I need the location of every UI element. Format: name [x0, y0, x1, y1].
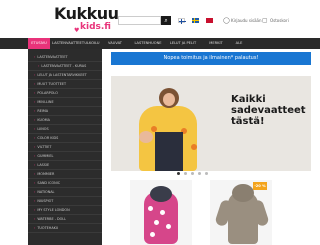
- hero-line-2: sadevaatteet: [231, 105, 306, 116]
- hero-line-1: Kaikki: [231, 94, 266, 105]
- english-flag-icon[interactable]: [206, 18, 213, 23]
- sidebar-item[interactable]: › WATERBE - DOLL: [28, 215, 102, 224]
- sidebar-item[interactable]: › LASSIE: [28, 161, 102, 170]
- hero-child-face: [163, 93, 175, 106]
- sidebar-item[interactable]: › NATIONAL: [28, 188, 102, 197]
- carousel-dot[interactable]: [191, 172, 194, 175]
- nav-item-lastenvaatteet[interactable]: LASTENVAATTEET: [52, 38, 84, 49]
- swedish-flag-icon[interactable]: [192, 18, 199, 23]
- hero-headline: Kaikki sadevaatteet tästä!: [231, 94, 309, 127]
- search-input[interactable]: [118, 16, 161, 25]
- nav-item-vauvat[interactable]: VAUVAT: [104, 38, 126, 49]
- hero-child-hands: [139, 131, 153, 143]
- carousel-dot[interactable]: [184, 172, 187, 175]
- product-image-pattern: [148, 206, 153, 211]
- login-link[interactable]: Kirjaudu sisään: [231, 18, 262, 23]
- finnish-flag-icon[interactable]: [178, 18, 186, 24]
- sidebar-item[interactable]: › MY STYLE LONDON: [28, 206, 102, 215]
- sidebar-item[interactable]: › MINI-LINE: [28, 98, 102, 107]
- sidebar-item[interactable]: › NIUSPIOT: [28, 197, 102, 206]
- sidebar-item[interactable]: › POLARPOLO: [28, 89, 102, 98]
- logo-main-text: Kukkuu: [54, 4, 119, 23]
- sidebar-item[interactable]: › LELUT JA LASTENTARVIKKEET: [28, 71, 102, 80]
- sidebar-item[interactable]: › SAND ICONIC: [28, 179, 102, 188]
- cart-link[interactable]: Ostoskori: [270, 18, 289, 23]
- nav-item-merkit[interactable]: MERKIT: [206, 38, 226, 49]
- category-sidebar: › LASTENVAATTEET › LASTENVAATTEET - KURAS …: [28, 49, 102, 245]
- sidebar-item[interactable]: › MOMMIER: [28, 170, 102, 179]
- site-logo[interactable]: Kukkuu ♥ kids.fi: [54, 5, 119, 37]
- cart-icon[interactable]: ▢: [262, 17, 269, 24]
- nav-item-lelut[interactable]: LELUT JA PELIT: [166, 38, 200, 49]
- sidebar-item[interactable]: › REIMA: [28, 107, 102, 116]
- hero-child-overall: [155, 132, 183, 171]
- nav-item-ale[interactable]: ALE: [232, 38, 246, 49]
- carousel-indicators: [175, 172, 225, 176]
- sidebar-item[interactable]: › GUMMIEL: [28, 152, 102, 161]
- product-image-hood: [150, 186, 172, 202]
- product-image-hood: [232, 184, 254, 202]
- search-button[interactable]: ⌕: [161, 16, 171, 25]
- sidebar-item[interactable]: › COLOR KIDS: [28, 134, 102, 143]
- main-navigation: ETUSIVU LASTENVAATTEET ULKOILU VAUVAT LA…: [0, 38, 320, 49]
- nav-item-ulkoilu[interactable]: ULKOILU: [82, 38, 102, 49]
- site-header: Kukkuu ♥ kids.fi ⌕ ◯ Kirjaudu sisään ▢ O…: [0, 0, 320, 38]
- hero-line-3: tästä!: [231, 116, 265, 127]
- hero-banner[interactable]: Kaikki sadevaatteet tästä!: [111, 76, 311, 171]
- nav-item-etusivu[interactable]: ETUSIVU: [28, 38, 50, 49]
- sidebar-item[interactable]: › LASTENVAATTEET - KURAS: [28, 62, 102, 71]
- nav-item-lastenhuone[interactable]: LASTENHUONE: [132, 38, 164, 49]
- discount-badge: -20 %: [253, 182, 267, 190]
- sidebar-item[interactable]: › LASTENVAATTEET: [28, 53, 102, 62]
- shipping-promo-banner[interactable]: Nopea toimitus ja ilmainen* palautus!: [111, 52, 311, 65]
- sidebar-item[interactable]: › TUOTEHAKU: [28, 224, 102, 233]
- sidebar-item[interactable]: › KUOMA: [28, 116, 102, 125]
- carousel-dot[interactable]: [177, 172, 180, 175]
- product-card-pink-snowsuit[interactable]: [130, 180, 192, 245]
- carousel-dot[interactable]: [198, 172, 201, 175]
- carousel-dot[interactable]: [205, 172, 208, 175]
- sidebar-item[interactable]: › LIINOS: [28, 125, 102, 134]
- sidebar-item[interactable]: › MUUT TUOTTEET: [28, 80, 102, 89]
- user-icon[interactable]: ◯: [223, 17, 230, 24]
- sidebar-item[interactable]: › VILTTIET: [28, 143, 102, 152]
- logo-sub-text: kids.fi: [80, 22, 111, 32]
